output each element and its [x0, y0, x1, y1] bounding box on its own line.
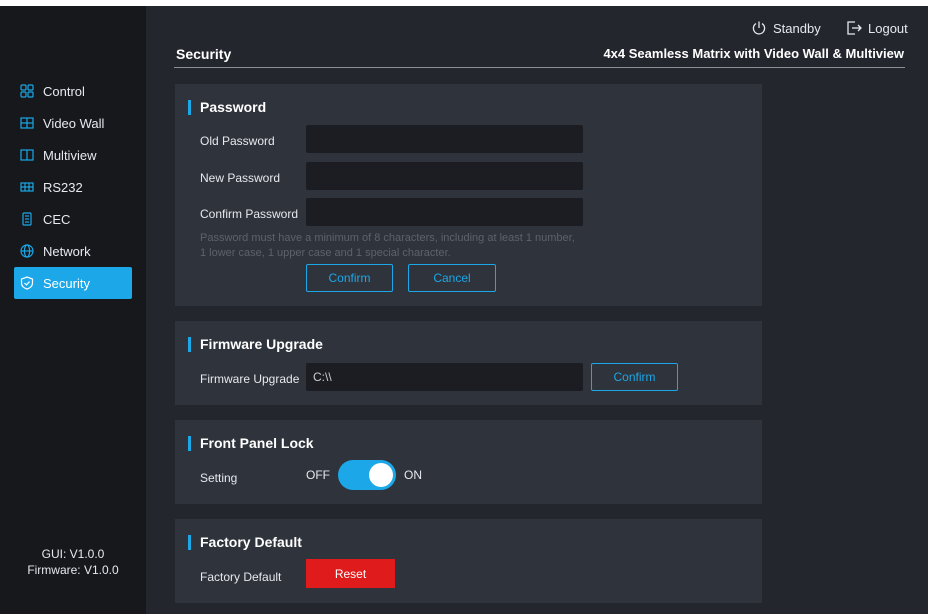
power-icon — [752, 21, 766, 35]
sidebar-item-security[interactable]: Security — [14, 267, 132, 299]
password-hint: Password must have a minimum of 8 charac… — [200, 231, 620, 261]
sidebar-item-label: Multiview — [43, 147, 97, 163]
confirm-password-label: Confirm Password — [200, 207, 299, 221]
sidebar-item-control[interactable]: Control — [14, 75, 132, 107]
cec-icon — [22, 212, 32, 226]
sidebar-item-network[interactable]: Network — [14, 235, 132, 267]
app-window: Control Video Wall Multiview RS232 CEC N… — [0, 6, 928, 614]
toggle-on-label: ON — [404, 468, 422, 482]
front-panel-lock-toggle[interactable] — [338, 460, 396, 490]
logout-label: Logout — [868, 20, 908, 36]
password-confirm-button[interactable]: Confirm — [306, 264, 393, 292]
front-panel-section-title: Front Panel Lock — [188, 435, 314, 451]
sidebar-item-cec[interactable]: CEC — [14, 203, 132, 235]
globe-icon — [20, 244, 34, 258]
firmware-card: Firmware Upgrade Firmware Upgrade Confir… — [175, 321, 762, 405]
logout-button[interactable]: Logout — [846, 20, 908, 36]
rs232-icon — [20, 182, 34, 192]
multiview-icon — [20, 149, 34, 161]
setting-label: Setting — [200, 471, 238, 485]
old-password-label: Old Password — [200, 134, 275, 148]
gui-version: GUI: V1.0.0 — [41, 547, 105, 561]
firmware-path-input[interactable] — [306, 363, 583, 391]
logout-icon — [847, 21, 862, 35]
confirm-password-input[interactable] — [306, 198, 583, 226]
grid-icon — [20, 84, 34, 98]
factory-default-card: Factory Default Factory Default Reset — [175, 519, 762, 603]
sidebar-item-label: Video Wall — [43, 115, 105, 131]
sidebar: Control Video Wall Multiview RS232 CEC N… — [0, 6, 146, 614]
reset-button[interactable]: Reset — [306, 559, 395, 588]
password-hint-line-2: 1 lower case, 1 upper case and 1 special… — [200, 247, 451, 259]
new-password-input[interactable] — [306, 162, 583, 190]
password-section-title: Password — [188, 99, 266, 115]
sidebar-item-rs232[interactable]: RS232 — [14, 171, 132, 203]
shield-icon — [20, 276, 34, 290]
front-panel-toggle-row: OFF ON — [306, 460, 422, 490]
firmware-section-title: Firmware Upgrade — [188, 336, 323, 352]
sidebar-item-multiview[interactable]: Multiview — [14, 139, 132, 171]
toggle-off-label: OFF — [306, 468, 330, 482]
device-name: 4x4 Seamless Matrix with Video Wall & Mu… — [603, 46, 904, 61]
password-card: Password Old Password New Password Confi… — [175, 84, 762, 306]
sidebar-item-label: Control — [43, 83, 85, 99]
firmware-version: Firmware: V1.0.0 — [27, 563, 119, 577]
sidebar-nav: Control Video Wall Multiview RS232 CEC N… — [14, 75, 132, 299]
factory-default-label: Factory Default — [200, 570, 282, 584]
password-hint-line-1: Password must have a minimum of 8 charac… — [200, 232, 575, 244]
standby-label: Standby — [773, 20, 821, 36]
password-cancel-button[interactable]: Cancel — [408, 264, 496, 292]
sidebar-item-label: CEC — [43, 211, 71, 227]
sidebar-item-label: RS232 — [43, 179, 83, 195]
old-password-input[interactable] — [306, 125, 583, 153]
front-panel-lock-card: Front Panel Lock Setting OFF ON — [175, 420, 762, 504]
firmware-upgrade-label: Firmware Upgrade — [200, 372, 300, 386]
page-title: Security — [176, 46, 232, 62]
video-wall-icon — [20, 117, 34, 129]
sidebar-item-label: Security — [43, 275, 90, 291]
toggle-knob — [369, 463, 393, 487]
sidebar-item-label: Network — [43, 243, 91, 259]
factory-section-title: Factory Default — [188, 534, 302, 550]
title-divider — [174, 67, 905, 68]
standby-button[interactable]: Standby — [751, 20, 821, 36]
new-password-label: New Password — [200, 171, 281, 185]
sidebar-item-video-wall[interactable]: Video Wall — [14, 107, 132, 139]
firmware-confirm-button[interactable]: Confirm — [591, 363, 678, 391]
